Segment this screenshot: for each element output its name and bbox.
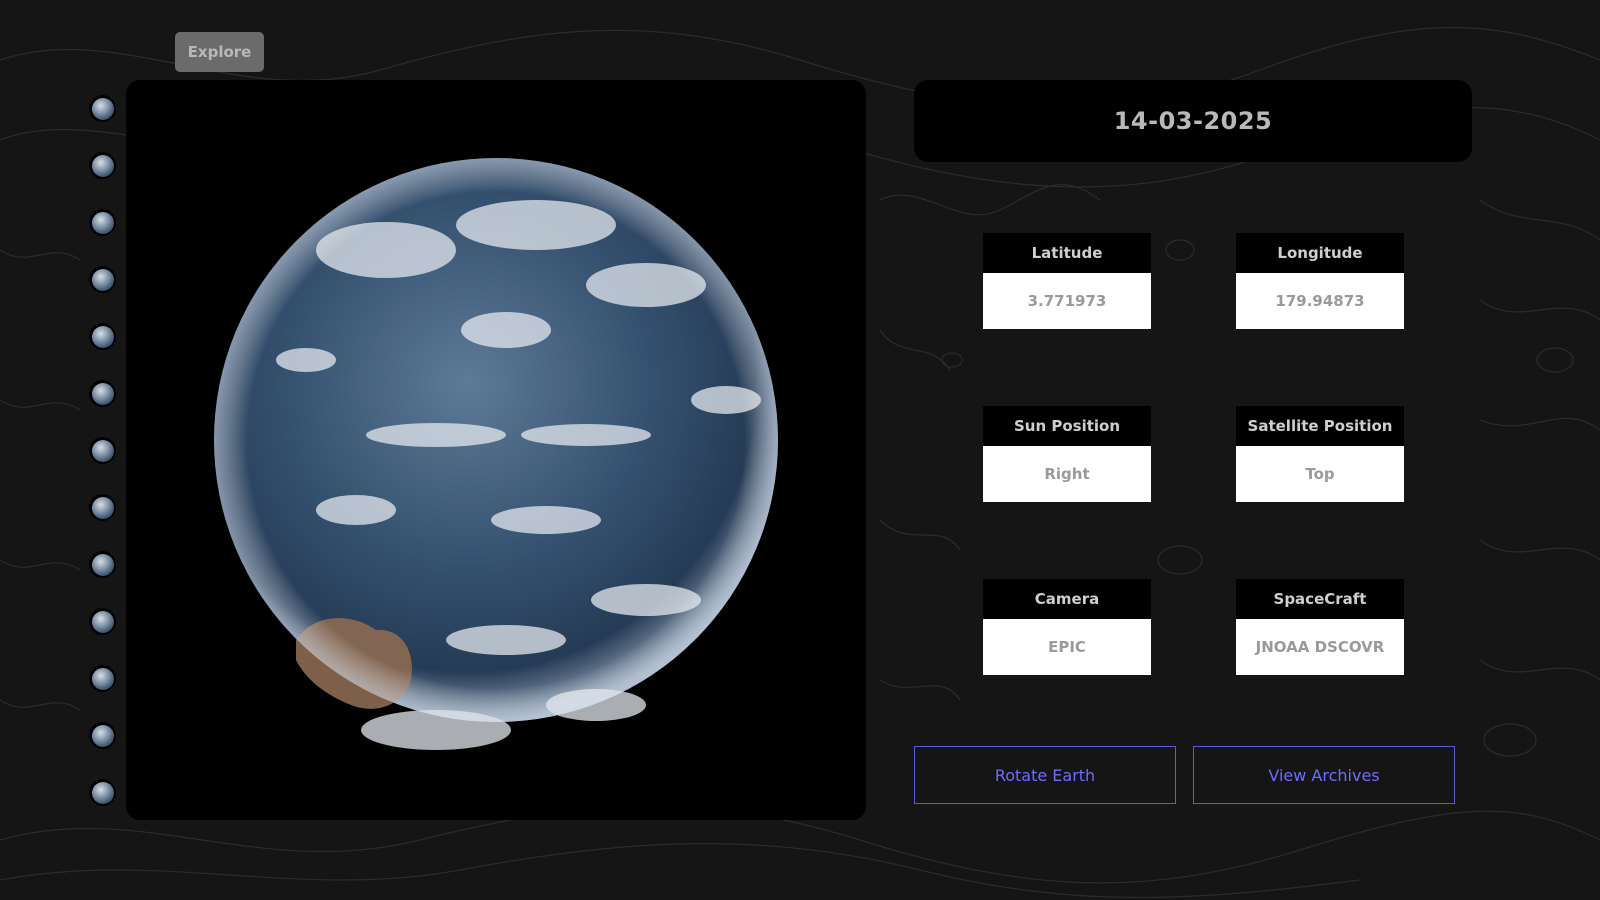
page: Explore 14-03-2025 Latitude 3.771973 Lon… xyxy=(0,0,1600,900)
earth-thumbnail[interactable] xyxy=(89,437,116,464)
earth-thumbnail-icon xyxy=(91,97,114,120)
satellite-position-value: Top xyxy=(1236,446,1404,502)
date-label: 14-03-2025 xyxy=(1113,107,1273,135)
earth-thumbnail-icon xyxy=(91,382,114,405)
earth-thumbnail-icon xyxy=(91,154,114,177)
earth-thumbnail-icon xyxy=(91,724,114,747)
earth-thumbnail[interactable] xyxy=(89,551,116,578)
earth-thumbnail-icon xyxy=(91,667,114,690)
earth-thumbnail[interactable] xyxy=(89,323,116,350)
earth-thumbnail-icon xyxy=(91,211,114,234)
spacecraft-label: SpaceCraft xyxy=(1236,579,1404,619)
latitude-label: Latitude xyxy=(983,233,1151,273)
longitude-card: Longitude 179.94873 xyxy=(1236,233,1404,329)
sun-position-value: Right xyxy=(983,446,1151,502)
satellite-position-label: Satellite Position xyxy=(1236,406,1404,446)
earth-thumbnail[interactable] xyxy=(89,95,116,122)
earth-image-panel xyxy=(126,80,866,820)
earth-thumbnail[interactable] xyxy=(89,608,116,635)
latitude-card: Latitude 3.771973 xyxy=(983,233,1151,329)
earth-thumbnail[interactable] xyxy=(89,380,116,407)
longitude-value: 179.94873 xyxy=(1236,273,1404,329)
earth-thumbnail[interactable] xyxy=(89,722,116,749)
satellite-position-card: Satellite Position Top xyxy=(1236,406,1404,502)
camera-card: Camera EPIC xyxy=(983,579,1151,675)
earth-thumbnail[interactable] xyxy=(89,152,116,179)
earth-thumbnail-icon xyxy=(91,496,114,519)
sun-position-card: Sun Position Right xyxy=(983,406,1151,502)
earth-thumbnail[interactable] xyxy=(89,779,116,806)
camera-label: Camera xyxy=(983,579,1151,619)
earth-thumbnail-icon xyxy=(91,325,114,348)
spacecraft-value: JNOAA DSCOVR xyxy=(1236,619,1404,675)
date-panel: 14-03-2025 xyxy=(914,80,1472,162)
earth-thumbnail-icon xyxy=(91,268,114,291)
longitude-label: Longitude xyxy=(1236,233,1404,273)
earth-thumbnail-icon xyxy=(91,553,114,576)
latitude-value: 3.771973 xyxy=(983,273,1151,329)
earth-thumbnail[interactable] xyxy=(89,665,116,692)
earth-thumbnail[interactable] xyxy=(89,266,116,293)
sun-position-label: Sun Position xyxy=(983,406,1151,446)
earth-thumbnail-icon xyxy=(91,610,114,633)
spacecraft-card: SpaceCraft JNOAA DSCOVR xyxy=(1236,579,1404,675)
earth-thumbnail-icon xyxy=(91,781,114,804)
explore-button[interactable]: Explore xyxy=(175,32,264,72)
earth-thumbnail[interactable] xyxy=(89,494,116,521)
view-archives-button[interactable]: View Archives xyxy=(1193,746,1455,804)
earth-image xyxy=(214,158,778,750)
camera-value: EPIC xyxy=(983,619,1151,675)
earth-thumbnail[interactable] xyxy=(89,209,116,236)
rotate-earth-button[interactable]: Rotate Earth xyxy=(914,746,1176,804)
earth-thumbnail-icon xyxy=(91,439,114,462)
